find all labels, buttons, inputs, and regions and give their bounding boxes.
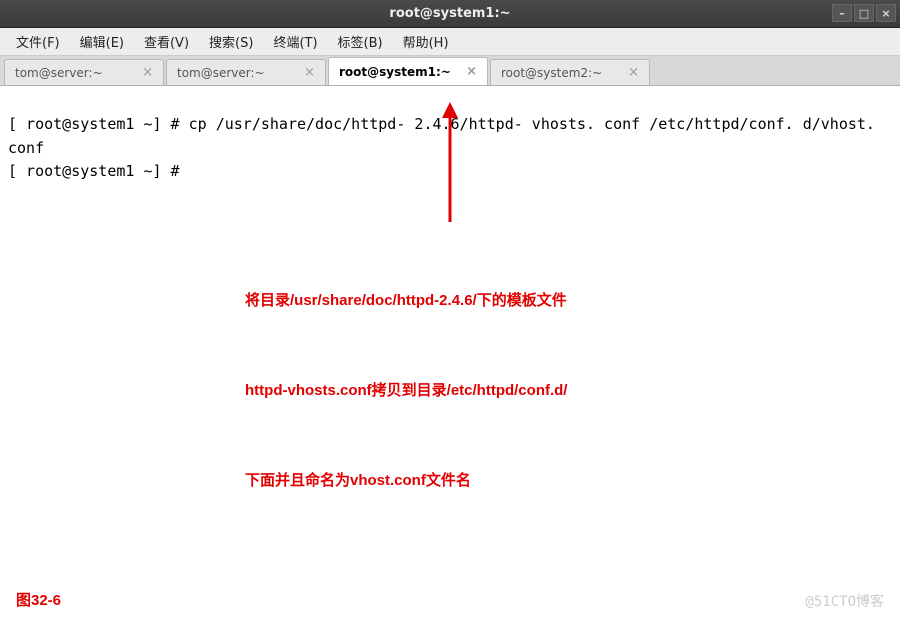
annotation-line-1: 将目录/usr/share/doc/httpd-2.4.6/下的模板文件 [245, 286, 567, 316]
terminal-prompt: [ root@system1 ~] # [8, 162, 189, 180]
menu-search[interactable]: 搜索(S) [199, 32, 263, 51]
terminal-pane[interactable]: [ root@system1 ~] # cp /usr/share/doc/ht… [0, 86, 900, 624]
tab-root-system2[interactable]: root@system2:~ × [490, 59, 650, 85]
tab-label: root@system2:~ [501, 66, 602, 80]
menu-help[interactable]: 帮助(H) [393, 32, 459, 51]
annotation-text: 将目录/usr/share/doc/httpd-2.4.6/下的模板文件 htt… [245, 226, 567, 556]
close-button[interactable]: × [876, 4, 896, 22]
window-titlebar: root@system1:~ – □ × [0, 0, 900, 28]
tab-label: tom@server:~ [177, 66, 265, 80]
tab-tom-server-1[interactable]: tom@server:~ × [4, 59, 164, 85]
annotation-line-3: 下面并且命名为vhost.conf文件名 [245, 466, 567, 496]
window-title: root@system1:~ [389, 6, 510, 21]
menu-file[interactable]: 文件(F) [6, 32, 70, 51]
tab-label: root@system1:~ [339, 65, 451, 79]
terminal-prompt: [ root@system1 ~] # [8, 115, 189, 133]
close-icon[interactable]: × [628, 65, 639, 80]
watermark: @51CTO博客 [805, 592, 884, 614]
menu-tabs[interactable]: 标签(B) [328, 32, 393, 51]
maximize-button[interactable]: □ [854, 4, 874, 22]
close-icon[interactable]: × [304, 65, 315, 80]
menu-view[interactable]: 查看(V) [134, 32, 199, 51]
tab-label: tom@server:~ [15, 66, 103, 80]
annotation-line-2: httpd-vhosts.conf拷贝到目录/etc/httpd/conf.d/ [245, 376, 567, 406]
window-controls: – □ × [832, 4, 896, 22]
close-icon[interactable]: × [466, 64, 477, 79]
tab-tom-server-2[interactable]: tom@server:~ × [166, 59, 326, 85]
close-icon[interactable]: × [142, 65, 153, 80]
menu-edit[interactable]: 编辑(E) [70, 32, 134, 51]
figure-label: 图32-6 [16, 589, 61, 612]
tab-root-system1[interactable]: root@system1:~ × [328, 57, 488, 85]
tabbar: tom@server:~ × tom@server:~ × root@syste… [0, 56, 900, 86]
menubar: 文件(F) 编辑(E) 查看(V) 搜索(S) 终端(T) 标签(B) 帮助(H… [0, 28, 900, 56]
menu-terminal[interactable]: 终端(T) [263, 32, 327, 51]
minimize-button[interactable]: – [832, 4, 852, 22]
